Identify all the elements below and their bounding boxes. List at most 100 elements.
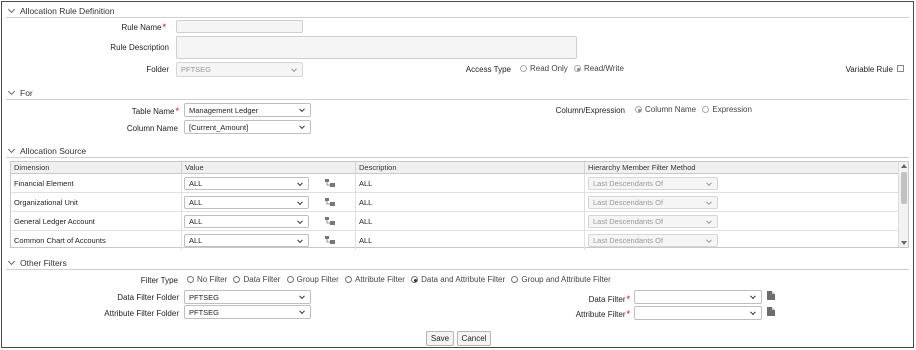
required-asterisk: * <box>175 106 179 116</box>
scroll-down-arrow-icon[interactable] <box>901 241 907 245</box>
chevron-down-icon <box>706 198 712 205</box>
table-row: Financial Element ALL ALL Last Descendan… <box>11 174 899 193</box>
filter-type-radio-group: No Filter Data Filter Group Filter Attri… <box>187 275 615 284</box>
column-header-value[interactable]: Value <box>182 162 356 174</box>
rule-definition-section-header[interactable]: Allocation Rule Definition <box>7 5 115 17</box>
value-cell: ALL <box>182 212 356 231</box>
value-select[interactable]: ALL <box>184 234 309 247</box>
divider <box>6 17 909 18</box>
column-name-radio[interactable] <box>635 106 642 113</box>
rule-name-input[interactable] <box>176 20 303 33</box>
dimension-cell: Common Chart of Accounts <box>11 231 182 250</box>
method-text: Last Descendants Of <box>593 198 664 207</box>
description-cell: ALL <box>356 231 585 250</box>
read-only-label: Read Only <box>530 64 568 73</box>
table-row: Organizational Unit ALL ALL Last Descend… <box>11 193 899 212</box>
hierarchy-browser-icon[interactable] <box>325 236 335 244</box>
chevron-down-icon <box>299 308 305 315</box>
value-text: ALL <box>189 217 203 226</box>
data-filter-select[interactable] <box>634 290 762 304</box>
value-text: ALL <box>189 198 203 207</box>
expression-radio[interactable] <box>702 106 710 113</box>
method-cell: Last Descendants Of <box>585 231 899 250</box>
value-select[interactable]: ALL <box>184 196 309 209</box>
table-row: Common Chart of Accounts ALL ALL Last De… <box>11 231 899 250</box>
no-filter-radio[interactable] <box>187 276 194 283</box>
chevron-down-icon <box>297 236 303 243</box>
value-cell: ALL <box>182 193 356 212</box>
allocation-source-section-header[interactable]: Allocation Source <box>7 145 86 157</box>
column-header-dimension[interactable]: Dimension <box>11 162 182 174</box>
section-title: Allocation Source <box>20 146 87 156</box>
column-header-hierarchy-method[interactable]: Hierarchy Member Filter Method <box>585 162 899 174</box>
attribute-filter-select[interactable] <box>634 306 762 320</box>
value-text: ALL <box>189 236 203 245</box>
column-expression-radio-group: Column Name Expression <box>635 105 756 114</box>
chevron-down-icon <box>750 309 756 316</box>
column-name-value: [Current_Amount] <box>189 122 249 132</box>
divider <box>6 269 909 270</box>
description-cell: ALL <box>356 212 585 231</box>
scroll-up-arrow-icon[interactable] <box>901 164 907 168</box>
dimension-cell: General Ledger Account <box>11 212 182 231</box>
group-filter-radio[interactable] <box>286 276 294 283</box>
required-asterisk: * <box>162 22 166 32</box>
hierarchy-browser-icon[interactable] <box>325 179 335 187</box>
read-only-radio[interactable] <box>520 65 527 72</box>
column-expression-label: Column/Expression <box>555 106 625 115</box>
folder-select[interactable]: PFTSEG <box>176 62 303 77</box>
table-name-select[interactable]: Management Ledger <box>184 103 311 117</box>
read-write-radio[interactable] <box>574 65 582 72</box>
method-select[interactable]: Last Descendants Of <box>588 196 718 209</box>
rule-description-input[interactable] <box>176 36 577 59</box>
hierarchy-browser-icon[interactable] <box>325 217 335 225</box>
other-filters-section-header[interactable]: Other Filters <box>7 257 67 269</box>
attribute-filter-radio[interactable] <box>345 276 353 283</box>
chevron-down-icon <box>7 87 16 96</box>
filter-type-label: Filter Type <box>140 276 178 285</box>
attribute-filter-option-label: Attribute Filter <box>355 275 405 284</box>
method-select[interactable]: Last Descendants Of <box>588 234 718 247</box>
for-section-header[interactable]: For <box>7 87 33 99</box>
cancel-button[interactable]: Cancel <box>457 331 491 346</box>
chevron-down-icon <box>299 106 305 113</box>
column-name-select[interactable]: [Current_Amount] <box>184 120 311 134</box>
data-and-attribute-filter-label: Data and Attribute Filter <box>421 275 506 284</box>
data-filter-folder-select[interactable]: PFTSEG <box>184 290 311 304</box>
method-select[interactable]: Last Descendants Of <box>588 177 718 190</box>
group-and-attribute-filter-radio[interactable] <box>511 276 519 283</box>
value-cell: ALL <box>182 231 356 250</box>
access-type-label: Access Type <box>465 65 511 74</box>
chevron-down-icon <box>706 236 712 243</box>
attribute-filter-folder-select[interactable]: PFTSEG <box>184 305 311 319</box>
column-name-option-label: Column Name <box>645 105 697 114</box>
grid-vertical-scrollbar[interactable] <box>898 162 908 247</box>
document-edit-icon[interactable] <box>767 307 775 316</box>
data-filter-option-label: Data Filter <box>243 275 281 284</box>
save-button[interactable]: Save <box>426 331 454 346</box>
allocation-rule-window: Allocation Rule Definition Rule Name* Ru… <box>1 1 914 348</box>
allocation-source-grid: Dimension Value Description Hierarchy Me… <box>10 161 909 250</box>
hierarchy-browser-icon[interactable] <box>325 198 335 206</box>
chevron-down-icon <box>7 5 16 14</box>
chevron-down-icon <box>297 217 303 224</box>
scroll-thumb[interactable] <box>901 172 907 204</box>
value-select[interactable]: ALL <box>184 215 309 228</box>
column-header-description[interactable]: Description <box>356 162 585 174</box>
data-and-attribute-filter-radio[interactable] <box>411 276 419 283</box>
document-edit-icon[interactable] <box>767 291 775 300</box>
chevron-down-icon <box>297 198 303 205</box>
method-cell: Last Descendants Of <box>585 193 899 212</box>
data-filter-radio[interactable] <box>233 276 241 283</box>
method-select[interactable]: Last Descendants Of <box>588 215 718 228</box>
access-type-radio-group: Read Only Read/Write <box>520 64 628 73</box>
method-text: Last Descendants Of <box>593 236 664 245</box>
chevron-down-icon <box>750 293 756 300</box>
group-and-attribute-filter-label: Group and Attribute Filter <box>521 275 611 284</box>
value-text: ALL <box>189 179 203 188</box>
value-select[interactable]: ALL <box>184 177 309 190</box>
folder-value: PFTSEG <box>181 65 212 74</box>
variable-rule-checkbox[interactable] <box>897 65 904 72</box>
divider <box>6 99 909 100</box>
value-cell: ALL <box>182 174 356 193</box>
